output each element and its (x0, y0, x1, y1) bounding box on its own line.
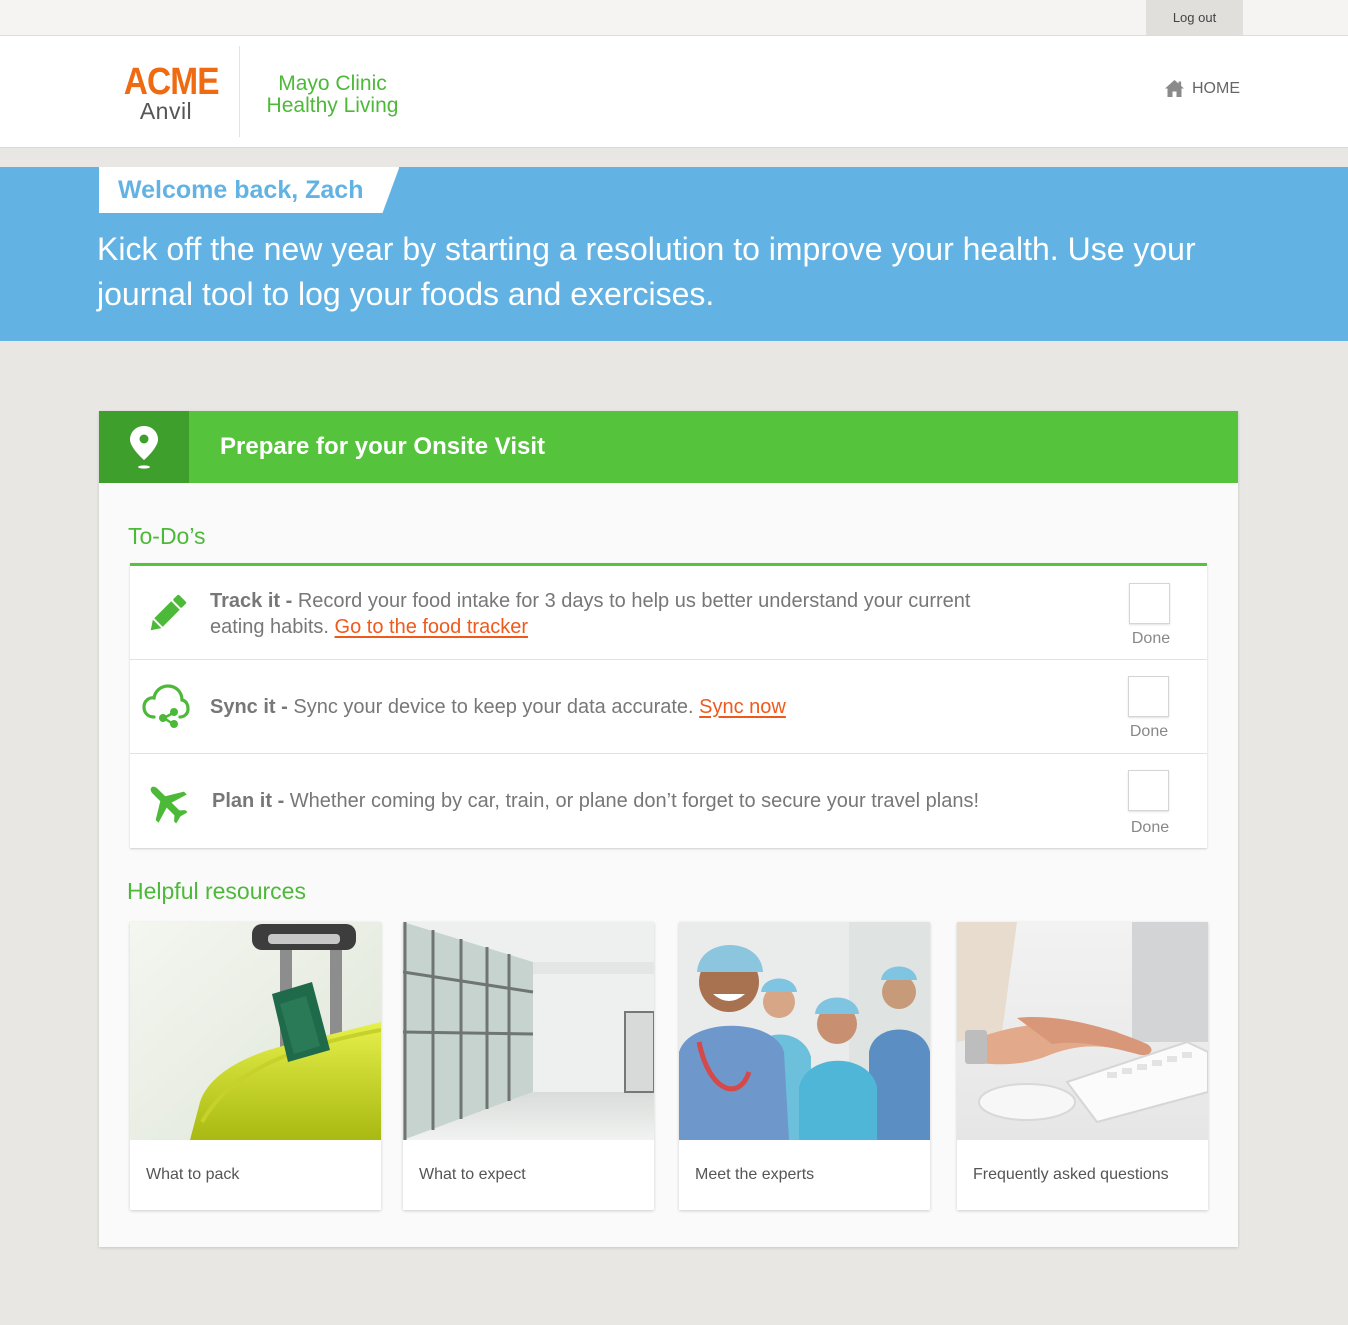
location-pin-icon (99, 411, 189, 483)
todo-title: Sync it - (210, 696, 288, 718)
done-label: Done (1130, 819, 1170, 836)
done-label: Done (1131, 630, 1171, 647)
acme-anvil-logo[interactable]: ACME Anvil (118, 61, 220, 123)
resources-heading: Helpful resources (127, 878, 306, 904)
todo-item-track: Track it - Record your food intake for 3… (130, 566, 1207, 660)
logo-primary-text: ACME (123, 61, 220, 103)
done-checkbox[interactable] (1129, 583, 1170, 624)
resource-label: What to pack (146, 1166, 240, 1183)
resource-label: Meet the experts (695, 1166, 815, 1183)
resource-card-what-to-pack[interactable]: What to pack (130, 922, 381, 1210)
home-nav-link[interactable]: HOME (1164, 79, 1240, 98)
todo-description: Record your food intake for 3 days to he… (210, 590, 971, 638)
brand-line-1: Mayo Clinic (278, 72, 387, 95)
luggage-photo (130, 922, 381, 1140)
resource-card-faq[interactable]: Frequently asked questions (957, 922, 1208, 1210)
site-header: ACME Anvil Mayo Clinic Healthy Living HO… (0, 36, 1348, 148)
todo-list: Track it - Record your food intake for 3… (130, 563, 1207, 848)
logout-button[interactable]: Log out (1146, 0, 1243, 35)
todo-item-plan: Plan it - Whether coming by car, train, … (130, 754, 1207, 848)
resource-card-meet-the-experts[interactable]: Meet the experts (679, 922, 930, 1210)
todo-text: Sync it - Sync your device to keep your … (210, 694, 1030, 720)
done-checkbox[interactable] (1128, 676, 1169, 717)
mayo-clinic-brand: Mayo Clinic Healthy Living (250, 73, 415, 117)
cloud-sync-icon (142, 683, 190, 729)
onsite-visit-card: Prepare for your Onsite Visit To-Do’s Tr… (99, 411, 1238, 1247)
resource-label: Frequently asked questions (973, 1166, 1169, 1183)
done-label: Done (1129, 723, 1169, 740)
resource-card-what-to-expect[interactable]: What to expect (403, 922, 654, 1210)
top-utility-bar: Log out (0, 0, 1348, 36)
card-header: Prepare for your Onsite Visit (99, 411, 1238, 483)
card-title: Prepare for your Onsite Visit (220, 433, 545, 460)
todo-title: Plan it - (212, 790, 285, 812)
todo-text: Plan it - Whether coming by car, train, … (212, 788, 1092, 814)
todo-description: Whether coming by car, train, or plane d… (289, 790, 980, 812)
food-tracker-link[interactable]: Go to the food tracker (335, 616, 528, 638)
home-label: HOME (1192, 79, 1240, 97)
medical-team-photo (679, 922, 930, 1140)
home-icon (1165, 80, 1184, 97)
airplane-icon (144, 780, 190, 826)
todo-text: Track it - Record your food intake for 3… (210, 588, 1030, 640)
todo-item-sync: Sync it - Sync your device to keep your … (130, 660, 1207, 754)
brand-line-2: Healthy Living (266, 94, 399, 117)
resource-label: What to expect (419, 1166, 526, 1183)
todo-title: Track it - (210, 590, 293, 612)
header-divider (239, 46, 240, 137)
welcome-banner: Welcome back, Zach Kick off the new year… (0, 167, 1348, 341)
sync-now-link[interactable]: Sync now (699, 696, 786, 718)
todos-heading: To-Do’s (128, 523, 206, 549)
hallway-photo (403, 922, 654, 1140)
banner-message: Kick off the new year by starting a reso… (97, 231, 1196, 312)
done-checkbox[interactable] (1128, 770, 1169, 811)
pencil-icon (144, 591, 190, 637)
welcome-tab: Welcome back, Zach (99, 167, 399, 213)
todo-description: Sync your device to keep your data accur… (293, 696, 694, 718)
typing-keyboard-photo (957, 922, 1208, 1140)
